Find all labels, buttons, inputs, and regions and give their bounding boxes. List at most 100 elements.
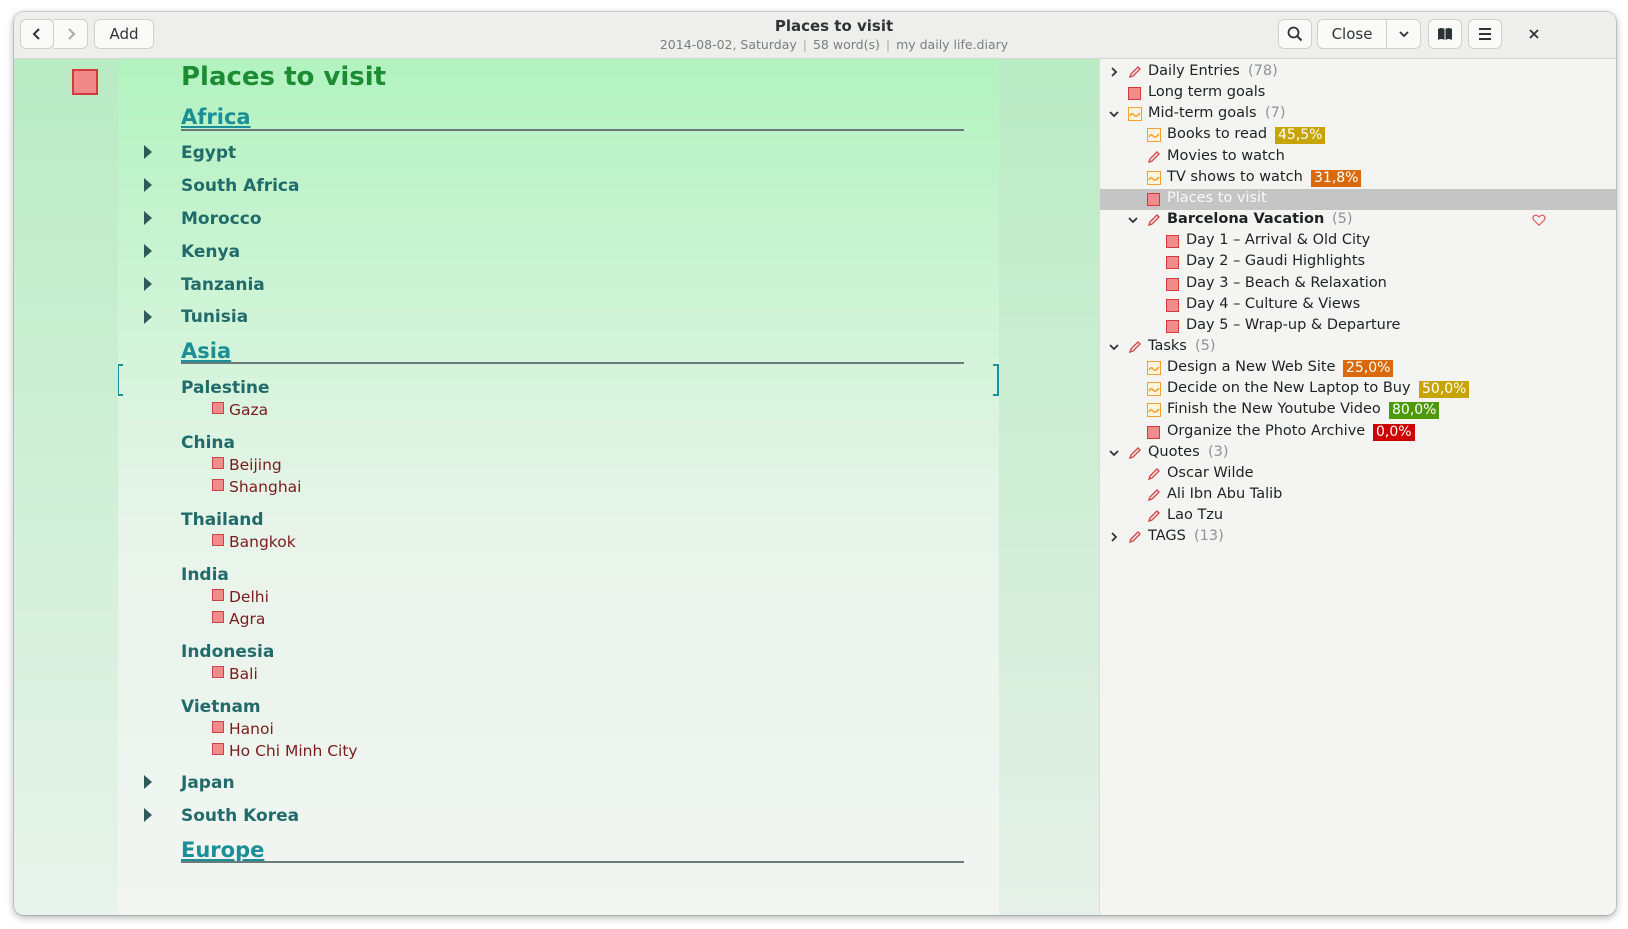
country-morocco: Morocco: [181, 209, 262, 229]
entry-tree-sidebar[interactable]: Daily Entries (78) Long term goals Mid-term…: [1099, 59, 1616, 915]
expand-triangle-icon[interactable]: [144, 244, 152, 258]
todo-checkbox-icon[interactable]: [212, 743, 224, 755]
title-area: Places to visit 2014-08-02, Saturday | 58 …: [554, 16, 1114, 54]
tree-row-label: Books to read: [1167, 126, 1268, 143]
expander-down-icon[interactable]: [1108, 108, 1120, 120]
expand-triangle-icon[interactable]: [144, 310, 152, 324]
tree-row[interactable]: TAGS (13): [1100, 527, 1616, 548]
progress-icon: [1147, 361, 1161, 376]
search-button[interactable]: [1278, 19, 1312, 49]
city-beijing: Beijing: [229, 456, 282, 474]
heart-icon[interactable]: [1532, 213, 1546, 227]
close-menu-button[interactable]: [1386, 19, 1421, 49]
progress-icon: [1147, 382, 1161, 397]
tree-row[interactable]: Books to read 45,5%: [1100, 125, 1616, 146]
todo-checkbox-icon[interactable]: [212, 479, 224, 491]
tree-row-label: Mid-term goals: [1148, 105, 1257, 122]
progress-badge: 50,0%: [1419, 381, 1470, 399]
entry-editor[interactable]: Places to visit Africa Egypt South Afric…: [118, 59, 999, 915]
pencil-icon: [1147, 214, 1160, 227]
heading-rule: [181, 362, 964, 364]
close-entry-button[interactable]: Close: [1317, 19, 1387, 49]
tree-row[interactable]: Design a New Web Site 25,0%: [1100, 358, 1616, 379]
expander-down-icon[interactable]: [1108, 447, 1120, 459]
tree-row[interactable]: Day 1 – Arrival & Old City: [1100, 231, 1616, 252]
tree-row-count: (5): [1332, 211, 1353, 228]
main-menu-button[interactable]: [1468, 19, 1502, 49]
pencil-icon: [1147, 150, 1160, 163]
city-bangkok: Bangkok: [229, 533, 296, 551]
header-bar: Add Places to visit 2014-08-02, Saturday…: [14, 12, 1616, 59]
selection-bracket-right: [993, 364, 999, 396]
tree-row[interactable]: Tasks (5): [1100, 337, 1616, 358]
close-icon: [1529, 29, 1539, 39]
todo-square-icon: [1166, 319, 1179, 333]
tree-row-label: Long term goals: [1148, 84, 1266, 101]
todo-checkbox-icon[interactable]: [212, 457, 224, 469]
tree-row-label: Movies to watch: [1167, 147, 1285, 164]
expand-triangle-icon[interactable]: [144, 775, 152, 789]
tree-row[interactable]: Day 5 – Wrap-up & Departure: [1100, 316, 1616, 337]
expander-down-icon[interactable]: [1108, 341, 1120, 353]
window-close-button[interactable]: [1520, 19, 1548, 49]
progress-icon: [1147, 403, 1161, 418]
country-japan: Japan: [181, 773, 235, 793]
tree-row-count: (13): [1194, 528, 1224, 545]
tree-row[interactable]: Movies to watch: [1100, 147, 1616, 168]
tree-row[interactable]: Places to visit: [1100, 188, 1616, 210]
tree-row[interactable]: Daily Entries (78): [1100, 62, 1616, 83]
expand-triangle-icon[interactable]: [144, 211, 152, 225]
todo-checkbox-icon[interactable]: [212, 721, 224, 733]
tree-row[interactable]: Lao Tzu: [1100, 506, 1616, 527]
tree-row-label: Ali Ibn Abu Talib: [1167, 486, 1283, 502]
country-south-africa: South Africa: [181, 176, 300, 196]
tree-row[interactable]: Organize the Photo Archive 0,0%: [1100, 422, 1616, 443]
tree-row[interactable]: Barcelona Vacation (5): [1100, 210, 1616, 231]
entry-title: Places to visit: [181, 62, 387, 92]
selection-bracket-left: [118, 364, 123, 396]
tree-row[interactable]: Day 3 – Beach & Relaxation: [1100, 274, 1616, 295]
city-ho-chi-minh-city: Ho Chi Minh City: [229, 742, 358, 760]
forward-button[interactable]: [54, 19, 88, 49]
tree-row[interactable]: Finish the New Youtube Video 80,0%: [1100, 400, 1616, 421]
tree-row[interactable]: Mid-term goals (7): [1100, 104, 1616, 125]
book-button[interactable]: [1428, 19, 1462, 49]
entry-todo-chip-icon[interactable]: [72, 69, 98, 95]
expander-down-icon[interactable]: [1127, 214, 1139, 226]
chevron-left-icon: [32, 28, 40, 40]
pencil-icon: [1147, 489, 1160, 502]
add-button[interactable]: Add: [94, 19, 154, 49]
expander-right-icon[interactable]: [1108, 66, 1120, 78]
heading-rule: [181, 129, 964, 131]
expander-right-icon[interactable]: [1108, 531, 1120, 543]
tree-row[interactable]: Oscar Wilde: [1100, 464, 1616, 485]
country-palestine: Palestine: [181, 378, 270, 398]
todo-checkbox-icon[interactable]: [212, 666, 224, 678]
expand-triangle-icon[interactable]: [144, 808, 152, 822]
tree-row-label: Barcelona Vacation: [1167, 211, 1325, 228]
tree-row[interactable]: Day 4 – Culture & Views: [1100, 295, 1616, 316]
tree-row[interactable]: TV shows to watch 31,8%: [1100, 168, 1616, 189]
chevron-down-icon: [1398, 31, 1409, 38]
country-china: China: [181, 433, 235, 453]
todo-square-icon: [1166, 298, 1179, 312]
tree-row-label: Places to visit: [1167, 189, 1267, 206]
pencil-icon: [1128, 340, 1141, 354]
tree-row-label: Organize the Photo Archive: [1167, 422, 1366, 439]
todo-checkbox-icon[interactable]: [212, 534, 224, 546]
todo-checkbox-icon[interactable]: [212, 402, 224, 414]
expand-triangle-icon[interactable]: [144, 145, 152, 159]
progress-badge: 45,5%: [1275, 127, 1326, 145]
tree-row[interactable]: Quotes (3): [1100, 443, 1616, 464]
tree-row[interactable]: Long term goals: [1100, 83, 1616, 104]
expand-triangle-icon[interactable]: [144, 178, 152, 192]
back-button[interactable]: [20, 19, 54, 49]
todo-checkbox-icon[interactable]: [212, 611, 224, 623]
expand-triangle-icon[interactable]: [144, 277, 152, 291]
tree-row[interactable]: Day 2 – Gaudi Highlights: [1100, 252, 1616, 273]
pencil-icon: [1128, 66, 1141, 79]
tree-row[interactable]: Decide on the New Laptop to Buy 50,0%: [1100, 379, 1616, 400]
tree-row-label: Day 1 – Arrival & Old City: [1186, 232, 1371, 249]
tree-row[interactable]: Ali Ibn Abu Talib: [1100, 485, 1616, 506]
todo-checkbox-icon[interactable]: [212, 589, 224, 601]
